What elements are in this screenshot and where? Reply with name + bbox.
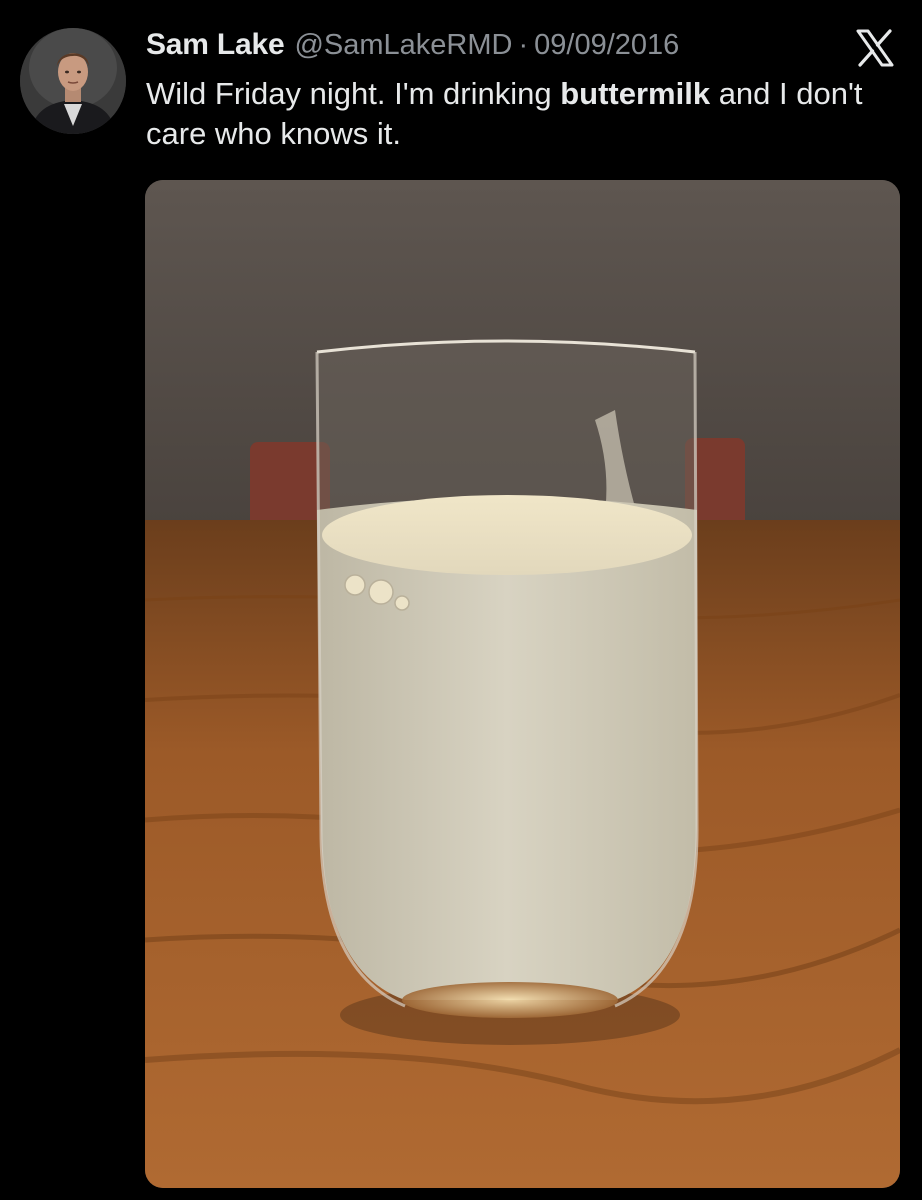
avatar[interactable] <box>20 28 126 134</box>
tweet-media-photo[interactable] <box>145 180 900 1188</box>
tweet-text-part1: Wild Friday night. I'm drinking <box>146 76 561 111</box>
tweet-header: Sam Lake @SamLakeRMD · 09/09/2016 <box>146 28 679 64</box>
header-separator: · <box>518 29 529 61</box>
tweet-text: Wild Friday night. I'm drinking buttermi… <box>146 74 898 154</box>
author-name[interactable]: Sam Lake <box>146 28 285 62</box>
tweet-text-bold: buttermilk <box>560 76 711 111</box>
buttermilk-glass-photo <box>145 180 900 1188</box>
tweet-date[interactable]: 09/09/2016 <box>534 29 679 62</box>
author-handle[interactable]: @SamLakeRMD <box>294 29 512 62</box>
x-logo-icon <box>853 26 897 70</box>
avatar-photo <box>20 28 126 134</box>
tweet-card: Sam Lake @SamLakeRMD · 09/09/2016 Wild F… <box>0 0 922 1200</box>
